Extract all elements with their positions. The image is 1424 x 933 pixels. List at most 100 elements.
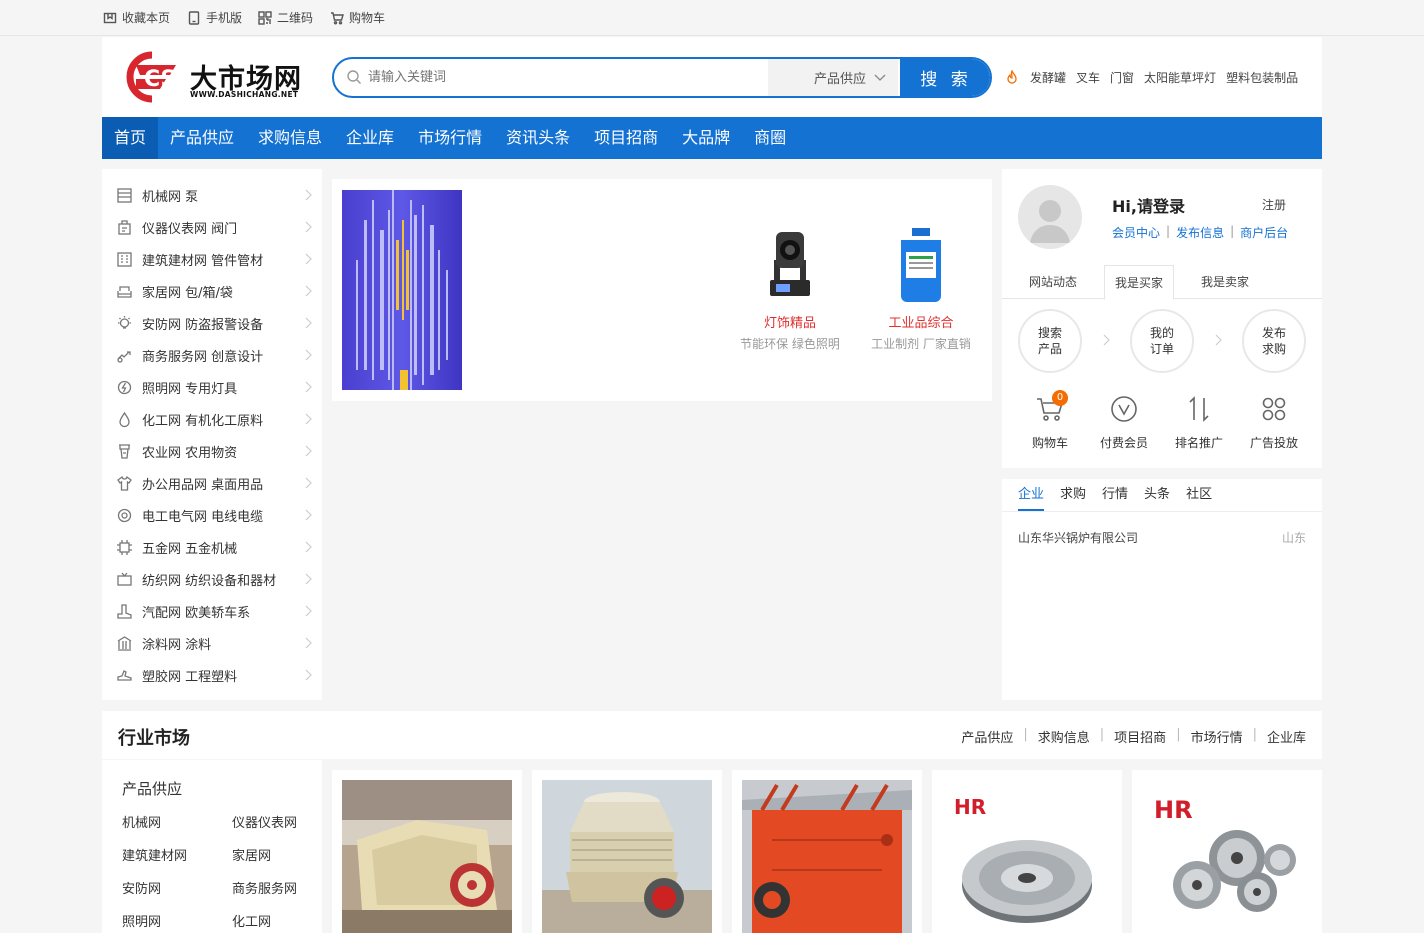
market-link[interactable]: 安防网: [122, 878, 232, 897]
hot-keyword[interactable]: 发酵罐: [1030, 69, 1066, 86]
nav-news[interactable]: 资讯头条: [494, 117, 582, 159]
post-request-button[interactable]: 发布 求购: [1242, 309, 1306, 373]
qrcode-link[interactable]: 二维码: [258, 9, 313, 26]
search-icon: [347, 70, 361, 84]
cart-link[interactable]: 购物车: [330, 9, 385, 26]
category-item[interactable]: 办公用品网 桌面用品: [102, 467, 322, 499]
my-orders-button[interactable]: 我的 订单: [1130, 309, 1194, 373]
chevron-right-icon: [305, 317, 312, 329]
login-greeting[interactable]: Hi,请登录: [1112, 193, 1185, 217]
bookmark-icon: [103, 12, 117, 23]
market-link[interactable]: 家居网: [232, 845, 312, 864]
market-link[interactable]: 照明网: [122, 911, 232, 930]
search-box: 产品供应 搜 索: [332, 57, 992, 98]
publish-info-link[interactable]: 发布信息: [1176, 224, 1224, 241]
industry-link[interactable]: 项目招商: [1114, 727, 1166, 746]
tab-buying[interactable]: 求购: [1060, 479, 1086, 511]
nav-brands[interactable]: 大品牌: [670, 117, 742, 159]
market-link[interactable]: 商务服务网: [232, 878, 312, 897]
product-card[interactable]: [532, 770, 722, 933]
shoe-icon: [117, 669, 132, 681]
market-link[interactable]: 机械网: [122, 812, 232, 831]
banner-image[interactable]: [342, 190, 462, 390]
tab-companies[interactable]: 企业: [1018, 479, 1045, 511]
product-card[interactable]: HR: [932, 770, 1122, 933]
search-category-select[interactable]: 产品供应: [768, 59, 898, 96]
bookmark-link[interactable]: 收藏本页: [103, 9, 170, 26]
chevron-right-icon: [305, 509, 312, 521]
pulley-image: HR: [942, 780, 1112, 933]
hot-keywords: 发酵罐 叉车 门窗 太阳能草坪灯 塑料包装制品: [1004, 69, 1298, 86]
industry-link[interactable]: 求购信息: [1038, 727, 1090, 746]
promo-banner: 灯饰精品 节能环保 绿色照明 工业品综合 工业制剂 厂家直销: [332, 179, 992, 401]
company-name[interactable]: 山东华兴锅炉有限公司: [1018, 529, 1138, 546]
category-item[interactable]: 涂料网 涂料: [102, 627, 322, 659]
industry-link[interactable]: 企业库: [1267, 727, 1306, 746]
avatar[interactable]: [1018, 185, 1082, 249]
site-logo[interactable]: CS 大市场网 WWW.DASHICHANG.NET: [122, 51, 302, 103]
tab-market[interactable]: 行情: [1102, 479, 1128, 511]
tab-buyer[interactable]: 我是买家: [1104, 265, 1174, 300]
merchant-backend-link[interactable]: 商户后台: [1240, 224, 1288, 241]
nav-products[interactable]: 产品供应: [158, 117, 246, 159]
boot-icon: [117, 603, 132, 619]
product-card[interactable]: [732, 770, 922, 933]
industry-link[interactable]: 市场行情: [1191, 727, 1243, 746]
nav-home[interactable]: 首页: [102, 117, 159, 159]
category-item[interactable]: 建筑建材网 管件管材: [102, 243, 322, 275]
category-item[interactable]: 农业网 农用物资: [102, 435, 322, 467]
hot-keyword[interactable]: 太阳能草坪灯: [1144, 69, 1216, 86]
search-products-button[interactable]: 搜索 产品: [1018, 309, 1082, 373]
quick-cart[interactable]: 0 购物车: [1020, 390, 1080, 451]
category-item[interactable]: 化工网 有机化工原料: [102, 403, 322, 435]
category-item[interactable]: 汽配网 欧美轿车系: [102, 595, 322, 627]
tab-community[interactable]: 社区: [1186, 479, 1212, 511]
category-item[interactable]: 仪器仪表网 阀门: [102, 211, 322, 243]
search-input[interactable]: [368, 59, 768, 96]
tab-seller[interactable]: 我是卖家: [1188, 265, 1262, 299]
banner-product[interactable]: 工业品综合 工业制剂 厂家直销: [866, 224, 976, 352]
nav-circle[interactable]: 商圈: [742, 117, 798, 159]
tv-icon: [117, 572, 132, 586]
market-link[interactable]: 化工网: [232, 911, 312, 930]
category-item[interactable]: 机械网 泵: [102, 179, 322, 211]
category-item[interactable]: 安防网 防盗报警设备: [102, 307, 322, 339]
hot-keyword[interactable]: 叉车: [1076, 69, 1100, 86]
nav-buying[interactable]: 求购信息: [246, 117, 334, 159]
mobile-link[interactable]: 手机版: [187, 9, 242, 26]
market-link[interactable]: 建筑建材网: [122, 845, 232, 864]
product-card[interactable]: HR: [1132, 770, 1322, 933]
chevron-right-icon: [305, 637, 312, 649]
quick-ranking[interactable]: 排名推广: [1169, 394, 1229, 451]
industry-link[interactable]: 产品供应: [961, 727, 1013, 746]
chevron-right-icon: [305, 381, 312, 393]
quick-vip[interactable]: 付费会员: [1094, 394, 1154, 451]
info-panel: 企业 求购 行情 头条 社区 山东华兴锅炉有限公司 山东: [1002, 479, 1322, 700]
nav-investment[interactable]: 项目招商: [582, 117, 670, 159]
search-button[interactable]: 搜 索: [900, 59, 990, 96]
category-item[interactable]: 照明网 专用灯具: [102, 371, 322, 403]
paint-icon: [117, 635, 132, 651]
category-item[interactable]: 纺织网 纺织设备和器材: [102, 563, 322, 595]
category-item[interactable]: 五金网 五金机械: [102, 531, 322, 563]
hot-keyword[interactable]: 门窗: [1110, 69, 1134, 86]
category-item[interactable]: 电工电气网 电线电缆: [102, 499, 322, 531]
category-item[interactable]: 商务服务网 创意设计: [102, 339, 322, 371]
tab-site-updates[interactable]: 网站动态: [1016, 265, 1090, 299]
list-item[interactable]: 山东华兴锅炉有限公司 山东: [1018, 529, 1306, 546]
chevron-right-icon: [305, 541, 312, 553]
quick-ads[interactable]: 广告投放: [1244, 394, 1304, 451]
register-link[interactable]: 注册: [1262, 196, 1286, 213]
category-item[interactable]: 塑胶网 工程塑料: [102, 659, 322, 691]
market-link[interactable]: 仪器仪表网: [232, 812, 312, 831]
member-center-link[interactable]: 会员中心: [1112, 224, 1160, 241]
drop-icon: [119, 411, 130, 427]
tab-headlines[interactable]: 头条: [1144, 479, 1170, 511]
nav-market[interactable]: 市场行情: [406, 117, 494, 159]
hot-keyword[interactable]: 塑料包装制品: [1226, 69, 1298, 86]
category-item[interactable]: 家居网 包/箱/袋: [102, 275, 322, 307]
banner-product[interactable]: 灯饰精品 节能环保 绿色照明: [735, 224, 845, 352]
nav-companies[interactable]: 企业库: [334, 117, 406, 159]
product-card[interactable]: [332, 770, 522, 933]
vip-icon: [1111, 396, 1137, 422]
